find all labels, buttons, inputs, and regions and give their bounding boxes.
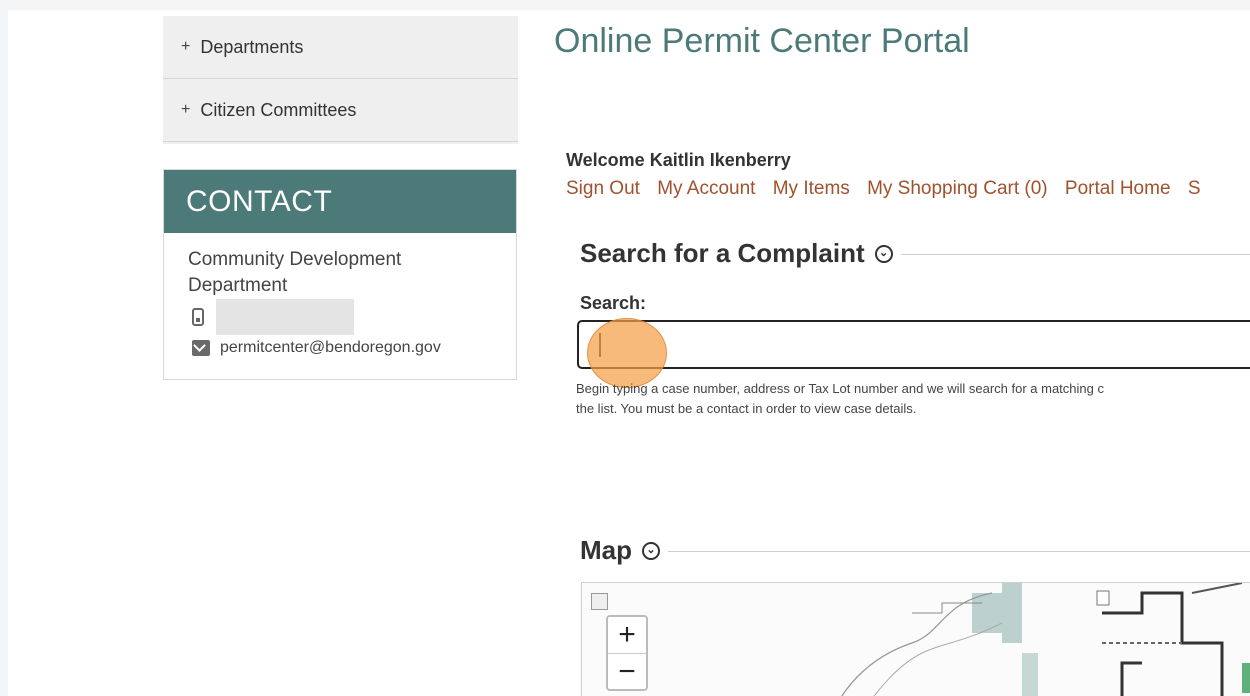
search-section-header[interactable]: Search for a Complaint ⌄ xyxy=(570,238,901,269)
map-marker-icon xyxy=(1096,590,1110,606)
map-canvas xyxy=(841,583,1250,696)
map-boundary xyxy=(1102,591,1224,696)
map-road xyxy=(873,622,1003,696)
sign-out-link[interactable]: Sign Out xyxy=(566,178,640,199)
zoom-in-button[interactable]: + xyxy=(608,617,646,653)
plus-icon: + xyxy=(181,101,191,118)
truncated-link[interactable]: S xyxy=(1188,178,1201,199)
email-icon xyxy=(192,340,210,356)
map-section-title: Map xyxy=(580,535,632,565)
map-boundary xyxy=(1120,661,1142,696)
map-road xyxy=(841,592,993,696)
map-road xyxy=(912,602,982,614)
sidebar-item-label: Departments xyxy=(200,36,304,57)
search-input[interactable] xyxy=(577,320,1250,369)
collapse-chevron-icon: ⌄ xyxy=(642,541,660,560)
page: + Departments + Citizen Committees CONTA… xyxy=(8,10,1250,696)
collapse-chevron-icon: ⌄ xyxy=(874,244,893,263)
sidebar-item-citizen-committees[interactable]: + Citizen Committees xyxy=(163,79,518,142)
layers-icon[interactable] xyxy=(591,593,608,610)
map-section-header[interactable]: Map ⌄ xyxy=(570,535,668,566)
map-park-area xyxy=(1002,583,1022,643)
shopping-cart-link[interactable]: My Shopping Cart (0) xyxy=(867,178,1048,199)
sidebar-nav: + Departments + Citizen Committees xyxy=(163,16,518,144)
account-links: Sign Out My Account My Items My Shopping… xyxy=(566,178,1213,200)
redacted-phone xyxy=(216,299,354,335)
contact-card: CONTACT Community Development Department… xyxy=(163,169,517,380)
map-park-area xyxy=(1022,653,1038,696)
contact-heading: CONTACT xyxy=(164,170,516,233)
my-account-link[interactable]: My Account xyxy=(657,178,755,199)
search-help-text: Begin typing a case number, address or T… xyxy=(576,375,1250,423)
search-section-title: Search for a Complaint xyxy=(580,238,865,268)
search-help-line: the list. You must be a contact in order… xyxy=(576,401,917,416)
map-section-rule xyxy=(570,551,1250,552)
page-title: Online Permit Center Portal xyxy=(554,22,970,60)
map-road xyxy=(1191,583,1243,594)
map-view[interactable]: + − xyxy=(581,582,1250,696)
phone-icon xyxy=(192,308,204,326)
portal-home-link[interactable]: Portal Home xyxy=(1065,178,1171,199)
zoom-out-button[interactable]: − xyxy=(608,653,646,690)
welcome-text: Welcome Kaitlin Ikenberry xyxy=(566,150,791,170)
sidebar-item-label: Citizen Committees xyxy=(200,99,357,120)
sidebar-item-departments[interactable]: + Departments xyxy=(163,16,518,79)
contact-email-row: permitcenter@bendoregon.gov xyxy=(192,339,516,357)
my-items-link[interactable]: My Items xyxy=(773,178,850,199)
map-park-area xyxy=(1242,663,1250,693)
contact-department: Community Development Department xyxy=(188,249,402,296)
contact-phone-row xyxy=(192,299,516,335)
zoom-control: + − xyxy=(606,615,648,691)
plus-icon: + xyxy=(181,38,191,55)
contact-email-link[interactable]: permitcenter@bendoregon.gov xyxy=(220,339,441,357)
search-label: Search: xyxy=(580,293,647,313)
